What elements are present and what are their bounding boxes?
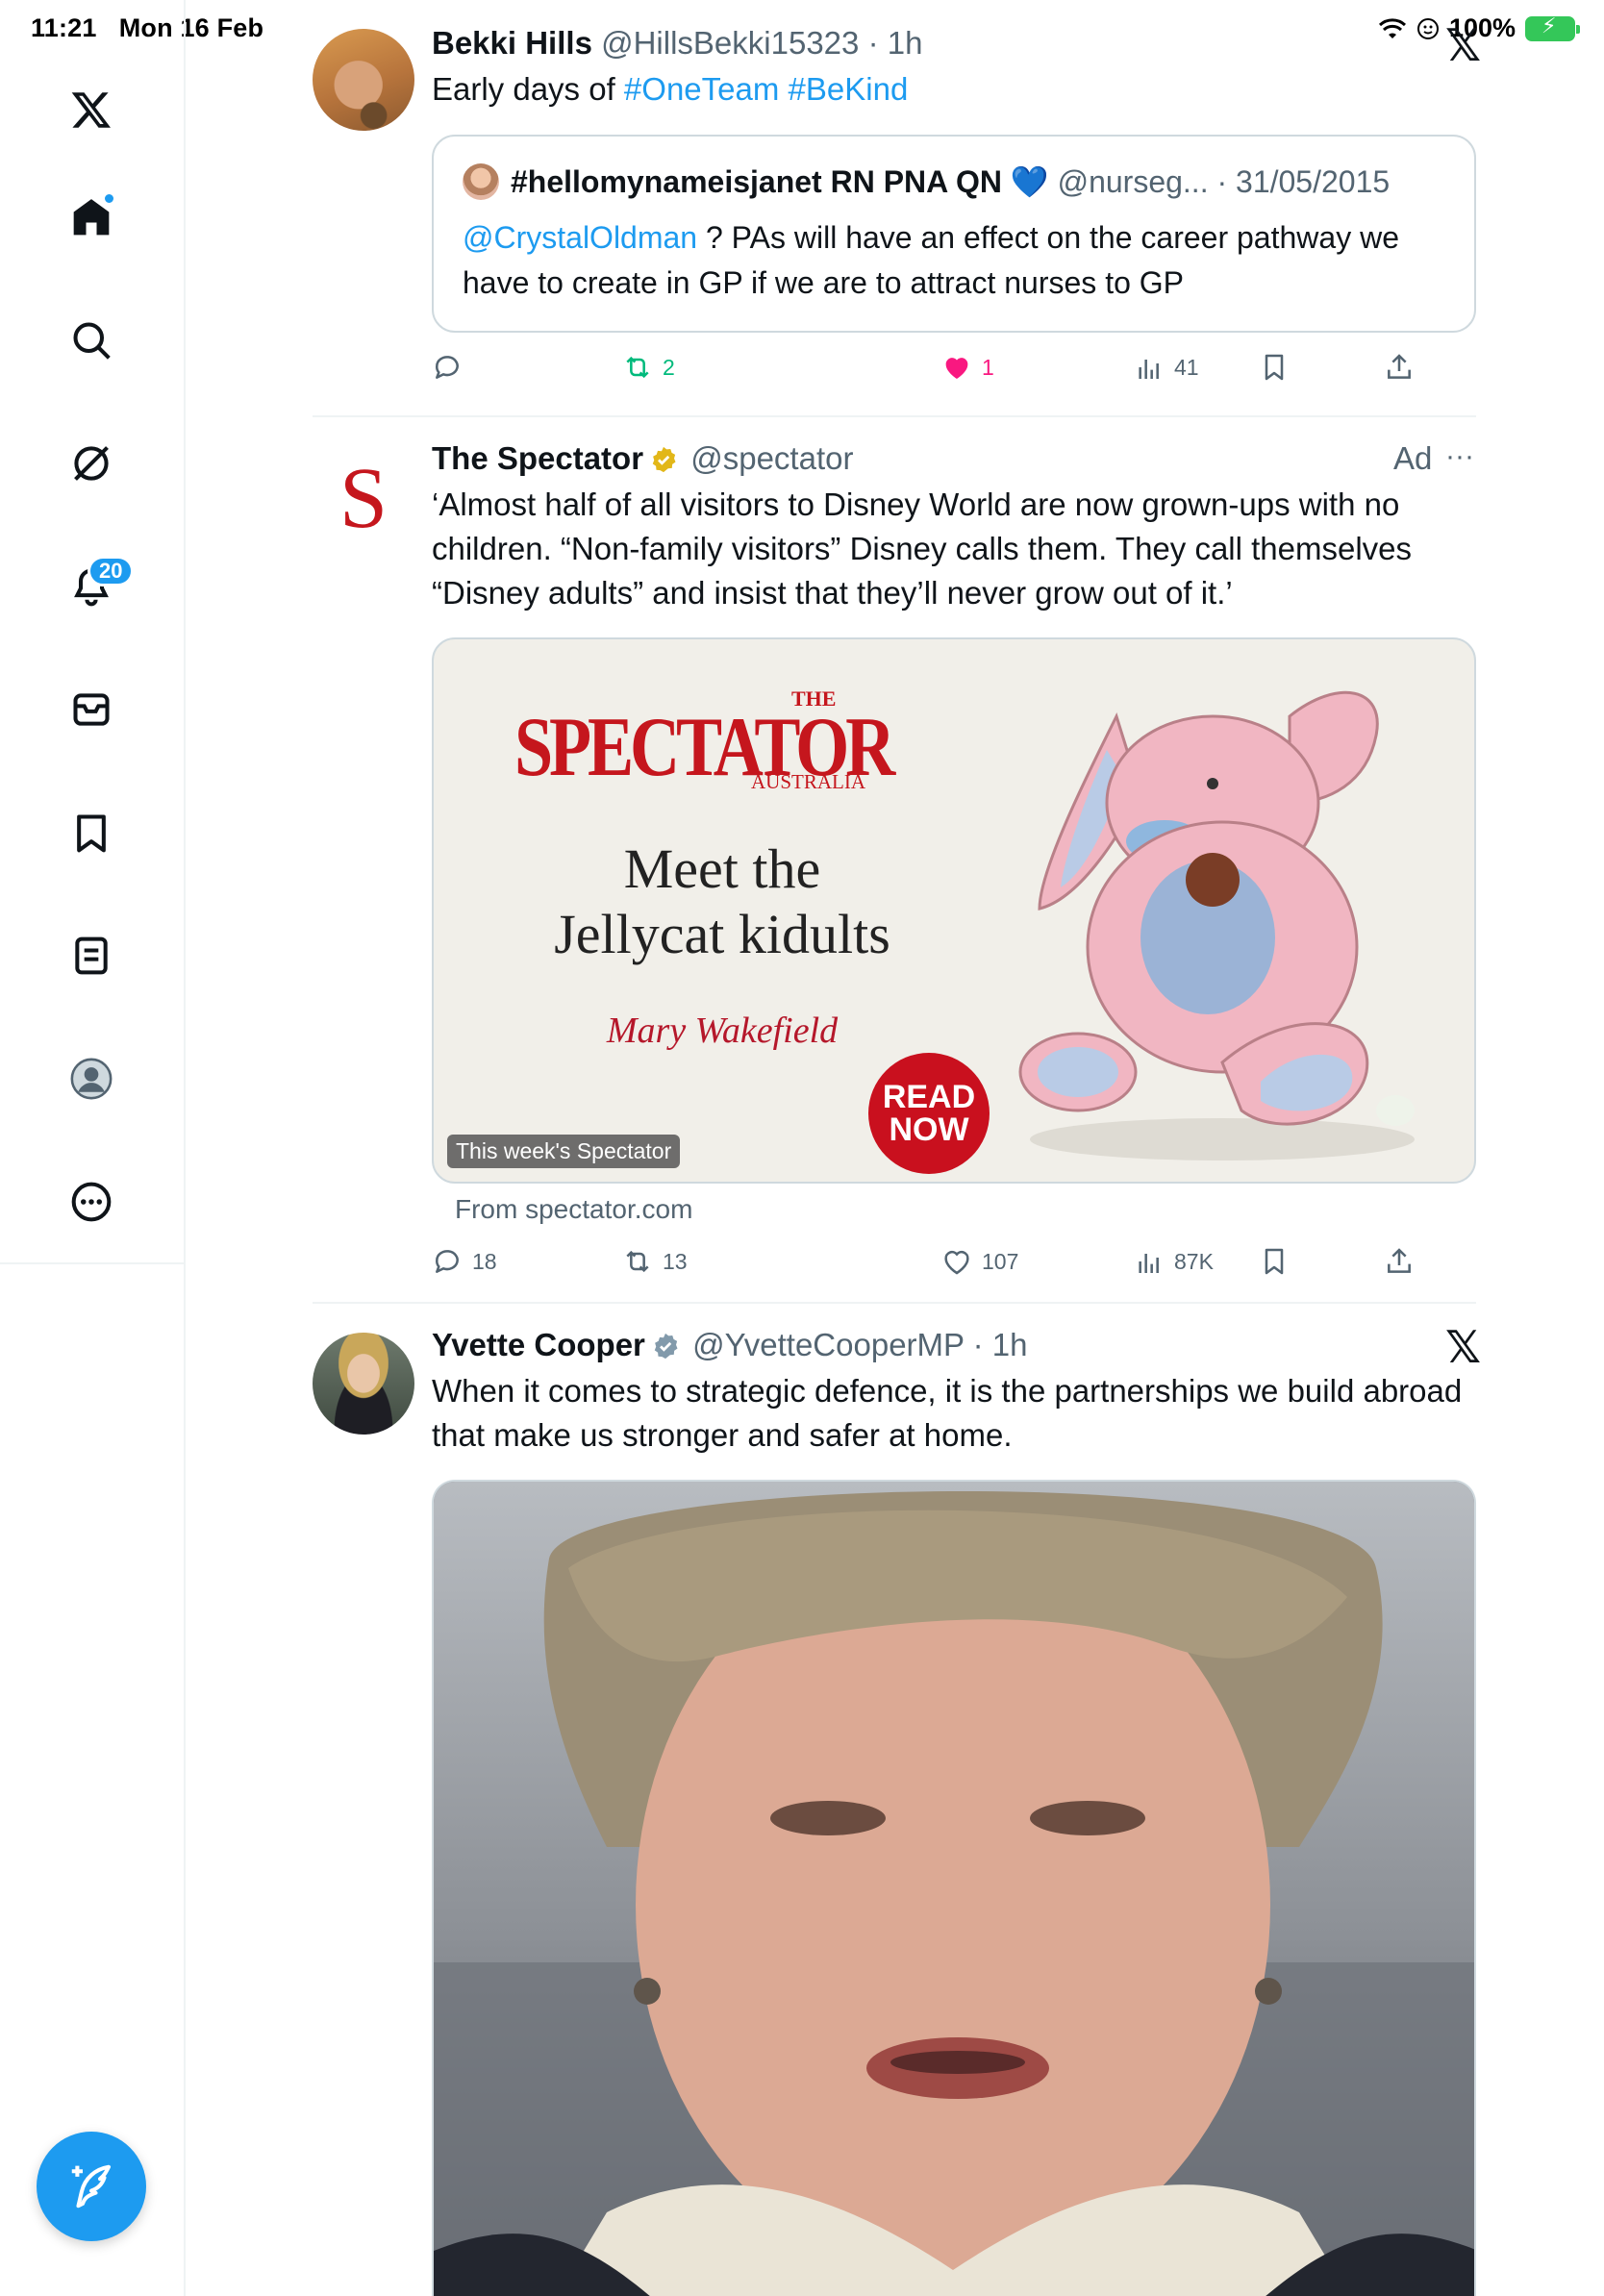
grok-icon[interactable] — [63, 435, 120, 492]
quoted-date: · 31/05/2015 — [1216, 163, 1391, 199]
tweet-actions: 18 13 107 87K — [432, 1246, 1411, 1285]
spectator-s-logo: S — [338, 451, 388, 546]
quoted-author-name: #hellomynameisjanet RN PNA QN — [511, 163, 1002, 199]
retweet-count: 13 — [663, 1248, 688, 1274]
reply-button[interactable] — [432, 352, 463, 383]
retweet-button[interactable]: 13 — [622, 1246, 688, 1277]
tweet-time: · 1h — [867, 25, 923, 61]
like-count: 1 — [982, 354, 994, 380]
ad-card-image[interactable]: THE SPECTATOR AUSTRALIA Meet the Jellyca… — [432, 637, 1476, 1184]
bookmark-icon — [1265, 1248, 1284, 1275]
author-name[interactable]: Yvette Cooper — [432, 1327, 645, 1362]
views-icon — [1139, 1254, 1159, 1273]
tweet-text: ‘Almost half of all visitors to Disney W… — [432, 487, 1413, 611]
tweet-divider — [313, 415, 1476, 417]
quoted-handle: @nurseg... — [1057, 163, 1209, 199]
share-button[interactable] — [1384, 1246, 1415, 1277]
views-button[interactable]: 41 — [1134, 352, 1199, 383]
views-count: 41 — [1174, 354, 1199, 380]
retweet-icon — [626, 1250, 649, 1273]
heart-icon — [944, 1250, 969, 1275]
card-title: Meet the Jellycat kidults — [554, 837, 890, 965]
reply-icon — [436, 1250, 459, 1273]
home-unread-dot — [103, 192, 115, 205]
reply-button[interactable]: 18 — [432, 1246, 497, 1277]
like-count: 107 — [982, 1248, 1019, 1274]
x-logo-icon[interactable] — [63, 81, 120, 138]
hashtag-link[interactable]: #OneTeam — [624, 71, 779, 107]
lists-icon[interactable] — [63, 927, 120, 985]
tweet-header: The Spectator @spectator — [432, 438, 1476, 479]
card-caption-badge: This week's Spectator — [447, 1135, 681, 1168]
tweet-divider — [313, 1302, 1476, 1304]
avatar[interactable] — [313, 29, 414, 131]
bookmarks-icon[interactable] — [63, 804, 120, 861]
card-logo-sub: AUSTRALIA — [751, 770, 865, 793]
quoted-tweet[interactable]: #hellomynameisjanet RN PNA QN 💙 @nurseg.… — [432, 135, 1476, 333]
notifications-icon[interactable]: 20 — [63, 556, 135, 615]
retweet-icon — [626, 356, 649, 379]
bookmark-button[interactable] — [1259, 1246, 1290, 1277]
compose-icon — [71, 2164, 112, 2209]
home-icon[interactable] — [63, 188, 120, 246]
verified-badge-icon — [652, 446, 676, 473]
heart-filled-icon — [945, 358, 968, 379]
views-icon — [1139, 360, 1159, 379]
x-logo-icon: 𝕏 — [1445, 1321, 1482, 1373]
like-button[interactable]: 107 — [941, 1246, 1018, 1277]
read-now-badge[interactable]: READ NOW — [868, 1053, 990, 1174]
author-handle[interactable]: @spectator — [690, 440, 853, 476]
views-count: 87K — [1174, 1248, 1214, 1274]
tweet-text: Early days of #OneTeam #BeKind — [432, 71, 909, 107]
bunny-illustration — [1018, 690, 1415, 1160]
author-name[interactable]: The Spectator — [432, 440, 643, 476]
tweet-time: · 1h — [972, 1327, 1028, 1362]
quoted-avatar — [463, 163, 499, 200]
notifications-badge: 20 — [88, 556, 135, 586]
ad-label: Ad — [1393, 440, 1433, 476]
tweet-video[interactable] — [432, 1480, 1476, 2296]
compose-button[interactable] — [37, 2132, 146, 2241]
profile-icon[interactable] — [63, 1050, 120, 1108]
reply-count: 18 — [472, 1248, 497, 1274]
quoted-text: @CrystalOldman ? PAs will have an effect… — [463, 220, 1399, 300]
blue-heart-icon: 💙 — [1010, 164, 1049, 199]
more-icon[interactable] — [63, 1173, 120, 1231]
tweet-text: When it comes to strategic defence, it i… — [432, 1373, 1463, 1453]
search-icon[interactable] — [63, 312, 120, 369]
more-options-icon[interactable]: ··· — [1445, 437, 1474, 477]
avatar[interactable]: S — [313, 448, 414, 550]
sidebar-divider — [0, 1262, 186, 1264]
bookmark-icon — [1265, 354, 1284, 381]
hashtag-link[interactable]: #BeKind — [789, 71, 909, 107]
author-handle[interactable]: @HillsBekki15323 — [601, 25, 859, 61]
card-author: Mary Wakefield — [606, 1011, 839, 1051]
share-button[interactable] — [1384, 352, 1415, 383]
x-logo-icon: 𝕏 — [1445, 19, 1482, 71]
source-link[interactable]: From spectator.com — [455, 1194, 692, 1225]
views-button[interactable]: 87K — [1134, 1246, 1214, 1277]
share-icon — [1388, 354, 1411, 379]
tweet-actions: 2 1 41 — [432, 352, 1411, 390]
messages-icon[interactable] — [63, 681, 120, 738]
battery-icon: ⚡ — [1525, 14, 1580, 41]
avatar[interactable] — [313, 1333, 414, 1435]
reply-icon — [436, 356, 459, 379]
verified-badge-icon — [654, 1333, 678, 1360]
like-button[interactable]: 1 — [941, 352, 994, 383]
author-name[interactable]: Bekki Hills — [432, 25, 592, 61]
video-frame — [434, 1482, 1474, 2296]
tweet-header: Yvette Cooper @YvetteCooperMP · 1h — [432, 1325, 1476, 1365]
tweet-header: Bekki Hills @HillsBekki15323 · 1h — [432, 23, 1476, 63]
quoted-tweet-header: #hellomynameisjanet RN PNA QN 💙 @nurseg.… — [463, 163, 1390, 200]
author-handle[interactable]: @YvetteCooperMP — [692, 1327, 964, 1362]
sidebar: 20 — [0, 0, 186, 2296]
retweet-count: 2 — [663, 354, 675, 380]
mention-link[interactable]: @CrystalOldman — [463, 220, 697, 255]
bookmark-button[interactable] — [1259, 352, 1290, 383]
share-icon — [1388, 1248, 1411, 1273]
retweet-button[interactable]: 2 — [622, 352, 675, 383]
